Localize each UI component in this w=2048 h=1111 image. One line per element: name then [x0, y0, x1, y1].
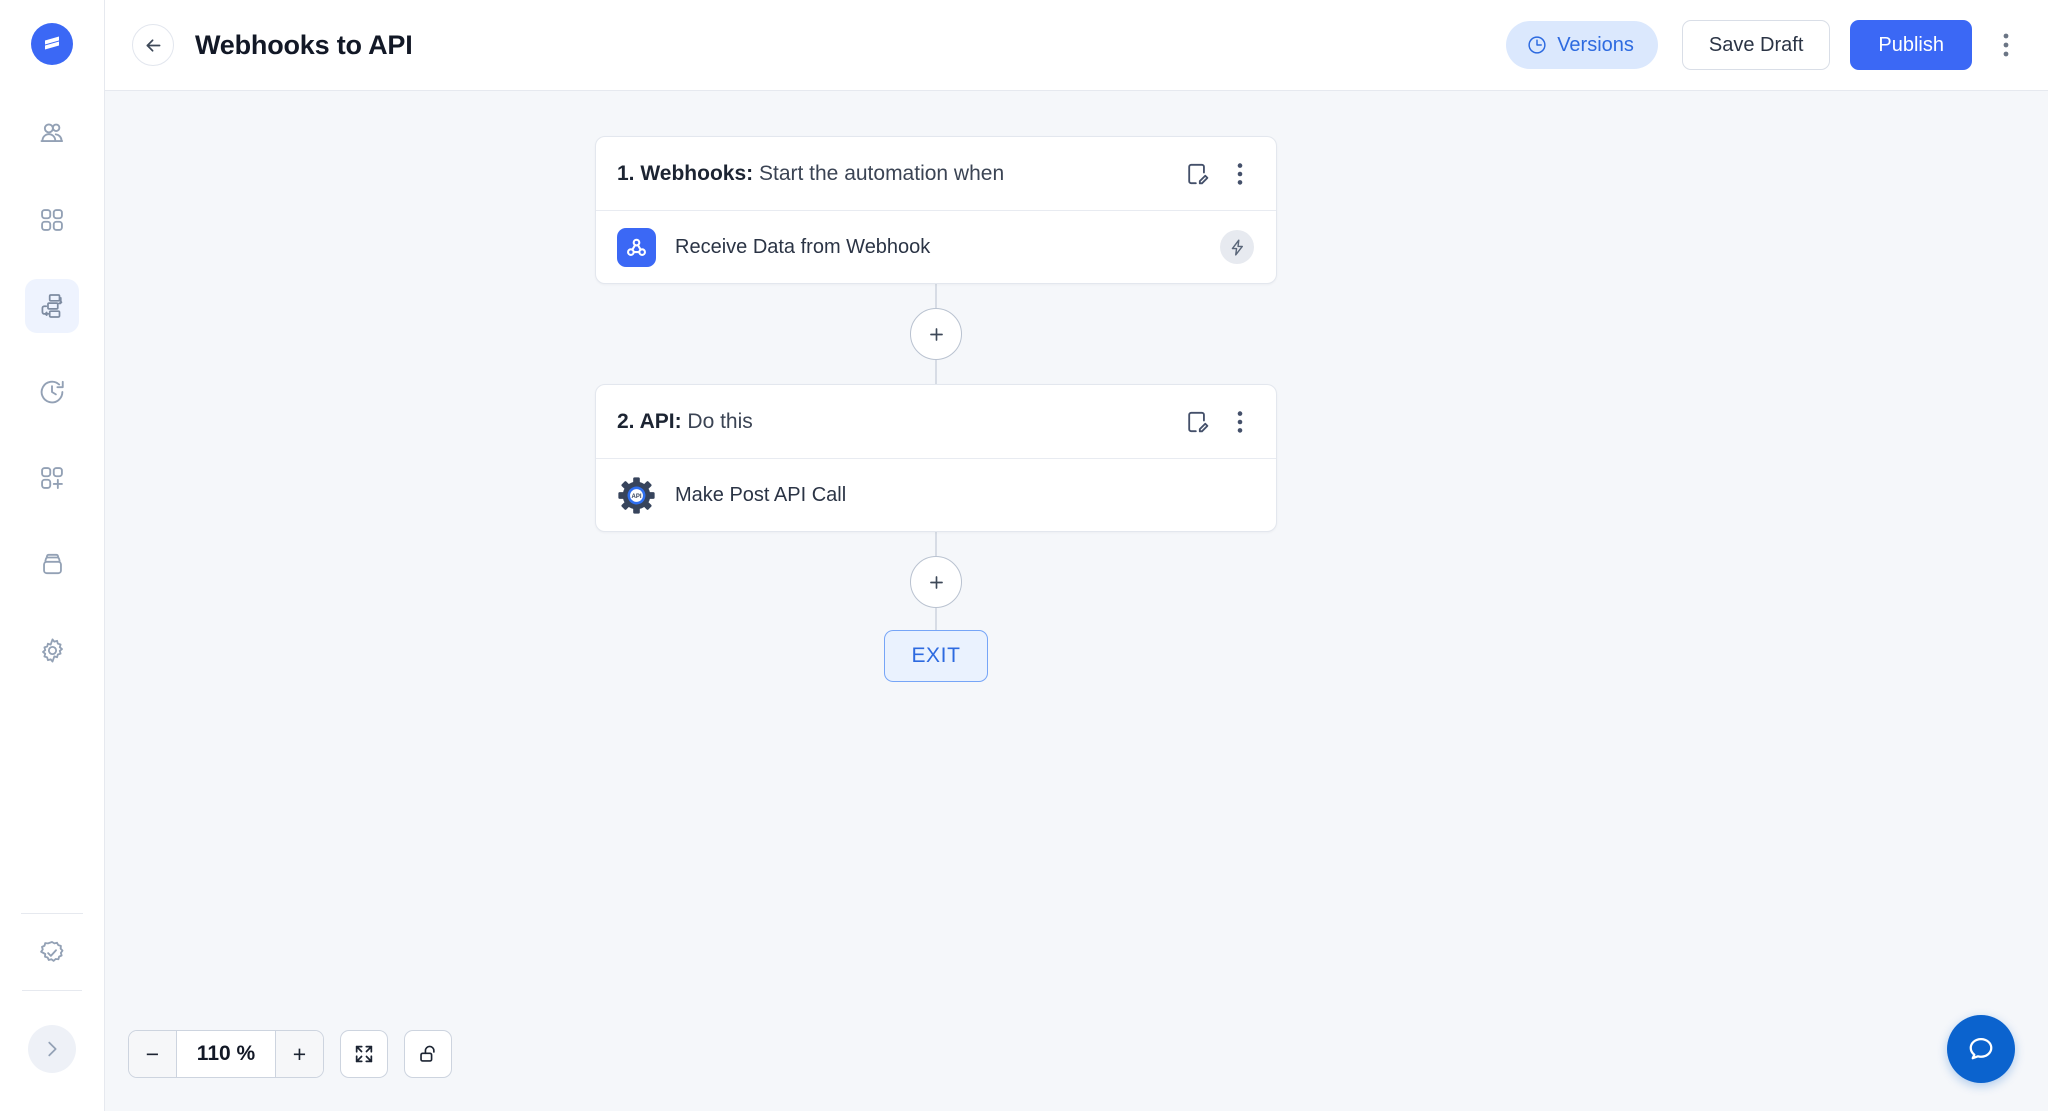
sidebar-item-settings[interactable] [25, 623, 79, 677]
app-root: Webhooks to API Versions Save Draft Publ… [0, 0, 2048, 1111]
node-title: 2. API: Do this [617, 410, 753, 434]
fit-screen-icon [355, 1045, 373, 1063]
top-bar: Webhooks to API Versions Save Draft Publ… [105, 0, 2048, 91]
node-body: Receive Data from Webhook [596, 211, 1276, 283]
grid-apps-icon [41, 209, 63, 231]
unlock-icon [420, 1045, 435, 1062]
node-kebab-button[interactable] [1226, 405, 1254, 439]
flow-connector-2 [595, 532, 1277, 630]
chevron-right-icon [48, 1041, 57, 1057]
left-sidebar [0, 0, 105, 1111]
sidebar-item-apps[interactable] [25, 193, 79, 247]
edit-document-icon [1188, 411, 1209, 432]
node-title-suffix: Start the automation when [758, 161, 1005, 185]
chat-bubble-icon [1969, 1038, 1993, 1060]
verified-check-icon [40, 941, 64, 962]
node-title: 1. Webhooks: Start the automation when [617, 162, 1004, 186]
back-button[interactable] [132, 24, 174, 66]
add-step-button-2[interactable] [910, 556, 962, 608]
node-action-label: Receive Data from Webhook [675, 235, 931, 258]
zoom-out-button[interactable]: − [129, 1031, 177, 1077]
arrow-left-icon [146, 38, 160, 52]
node-edit-button[interactable] [1180, 157, 1214, 191]
versions-button[interactable]: Versions [1506, 21, 1658, 69]
sidebar-item-storage[interactable] [25, 537, 79, 591]
clock-icon [1528, 36, 1546, 54]
node-header: 1. Webhooks: Start the automation when [596, 137, 1276, 211]
edit-document-icon [1188, 163, 1209, 184]
automation-flow-icon [41, 294, 63, 318]
sidebar-item-automations[interactable] [25, 279, 79, 333]
svg-text:API: API [631, 494, 641, 500]
users-icon [40, 123, 64, 142]
plus-icon [929, 327, 943, 341]
fit-to-screen-button[interactable] [340, 1030, 388, 1078]
node-edit-button[interactable] [1180, 405, 1214, 439]
webhook-icon [617, 227, 656, 267]
flow-connector-1 [595, 284, 1277, 384]
sidebar-item-history[interactable] [25, 365, 79, 419]
node-action-label: Make Post API Call [675, 483, 847, 506]
flow-node-trigger[interactable]: 1. Webhooks: Start the automation when R… [595, 136, 1277, 284]
sidebar-expand-button[interactable] [28, 1025, 76, 1073]
zoom-control-group: − 110 % + [128, 1030, 324, 1078]
zoom-level-value[interactable]: 110 % [177, 1031, 275, 1077]
zoom-toolbar: − 110 % + [128, 1030, 452, 1078]
flow-canvas[interactable]: 1. Webhooks: Start the automation when R… [105, 91, 2048, 1111]
add-step-button-1[interactable] [910, 308, 962, 360]
api-gear-icon: API [617, 476, 656, 515]
save-draft-button[interactable]: Save Draft [1681, 20, 1831, 70]
main-area: Webhooks to API Versions Save Draft Publ… [105, 0, 2048, 1111]
publish-button[interactable]: Publish [1850, 20, 1972, 70]
kebab-menu-icon [1237, 410, 1243, 433]
zoom-in-button[interactable]: + [275, 1031, 323, 1077]
flow-node-action[interactable]: 2. API: Do this API Make Post API Call [595, 384, 1277, 532]
lock-canvas-button[interactable] [404, 1030, 452, 1078]
kebab-menu-icon [2003, 33, 2009, 57]
flow-diagram: 1. Webhooks: Start the automation when R… [595, 136, 1277, 682]
page-title: Webhooks to API [195, 29, 413, 60]
node-body: API Make Post API Call [596, 459, 1276, 531]
sidebar-nav [25, 107, 79, 709]
chat-support-button[interactable] [1947, 1015, 2015, 1083]
exit-node[interactable]: EXIT [884, 630, 988, 682]
grid-plus-icon [41, 467, 63, 489]
topbar-kebab-button[interactable] [1986, 21, 2026, 69]
lightning-bolt-icon [1231, 239, 1243, 256]
plus-icon [929, 575, 943, 589]
history-clock-icon [40, 380, 64, 404]
gear-icon [41, 637, 63, 663]
archive-box-icon [42, 553, 62, 574]
app-logo[interactable] [31, 23, 73, 65]
sidebar-item-users[interactable] [25, 107, 79, 161]
node-kebab-button[interactable] [1226, 157, 1254, 191]
test-trigger-button[interactable] [1220, 230, 1254, 264]
node-header: 2. API: Do this [596, 385, 1276, 459]
node-title-prefix: 1. Webhooks: [617, 161, 754, 185]
sidebar-item-verified[interactable] [21, 914, 83, 992]
node-title-suffix: Do this [687, 409, 753, 433]
kebab-menu-icon [1237, 162, 1243, 185]
node-title-prefix: 2. API: [617, 409, 682, 433]
flow-exit-wrap: EXIT [595, 630, 1277, 682]
sidebar-item-add-app[interactable] [25, 451, 79, 505]
versions-label: Versions [1557, 33, 1634, 56]
